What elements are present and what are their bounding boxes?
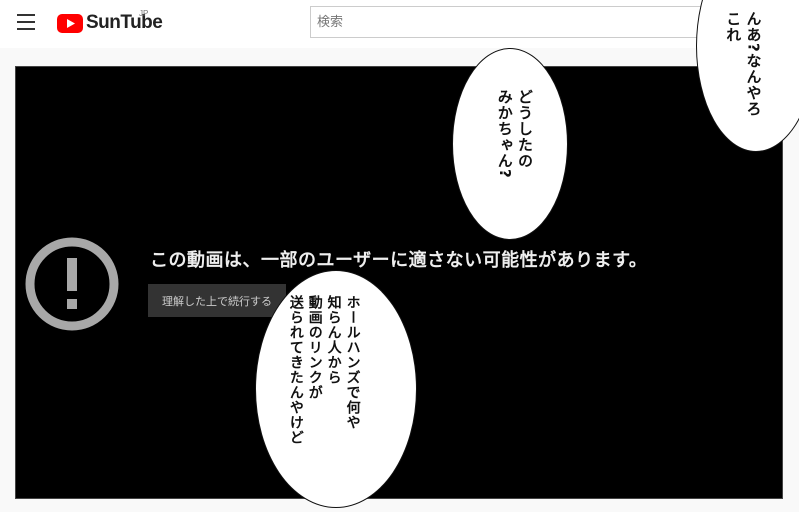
search-input[interactable] [310,6,730,38]
play-logo-icon [57,13,83,33]
menu-icon[interactable] [17,14,35,30]
content-warning-message: この動画は、一部のユーザーに適さない可能性があります。 [150,250,648,271]
logo-text: SunTube [86,12,163,33]
speech-text-bottom: ホールハンズで何や 知らん人から 動画のリンクが 送られてきたんやけど [287,295,361,445]
exclamation-warning-icon [25,237,119,331]
speech-bubble-middle: どうしたの みかちゃん? [452,48,568,240]
top-bar: SunTube JP [0,0,799,48]
speech-bubble-bottom: ホールハンズで何や 知らん人から 動画のリンクが 送られてきたんやけど [255,270,417,508]
continue-button[interactable]: 理解した上で続行する [148,284,286,317]
speech-text-middle: どうしたの みかちゃん? [495,89,534,179]
logo-region: JP [139,9,149,18]
speech-text-top-right: んあ?なんやろ これ [724,11,763,117]
